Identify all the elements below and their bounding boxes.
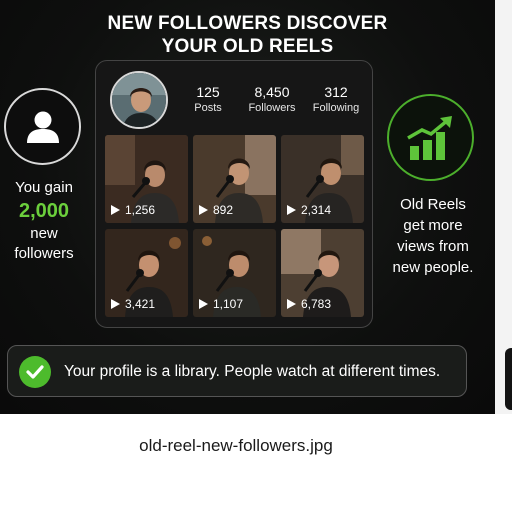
reel-tile[interactable]: 3,421 <box>105 229 188 317</box>
reel-tile[interactable]: 6,783 <box>281 229 364 317</box>
stat-following-label: Following <box>312 102 360 114</box>
banner-text: Your profile is a library. People watch … <box>64 363 441 380</box>
reel-views: 3,421 <box>125 297 156 311</box>
gain-line-2: new followers <box>14 225 74 262</box>
headline: NEW FOLLOWERS DISCOVER YOUR OLD REELS <box>60 12 435 58</box>
play-icon <box>287 299 296 309</box>
old-reels-text: Old Reels get more views from new people… <box>385 194 481 278</box>
reel-view-count: 2,314 <box>287 203 331 217</box>
headline-line-2: YOUR OLD REELS <box>161 36 334 57</box>
reel-views: 6,783 <box>301 297 332 311</box>
stat-posts-label: Posts <box>194 102 222 114</box>
reel-views: 1,107 <box>213 297 244 311</box>
profile-card: 125 Posts 8,450 Followers 312 Following … <box>95 60 373 328</box>
headline-line-1: NEW FOLLOWERS DISCOVER <box>107 13 388 34</box>
gain-text: You gain 2,000 new followers <box>0 178 88 264</box>
stat-followers-label: Followers <box>248 102 296 114</box>
stat-followers-value: 8,450 <box>254 84 290 100</box>
reel-tile[interactable]: 1,256 <box>105 135 188 223</box>
avatar[interactable] <box>110 71 168 129</box>
play-icon <box>111 299 120 309</box>
reel-view-count: 3,421 <box>111 297 155 311</box>
reels-line-2: get more <box>403 217 463 234</box>
stat-followers[interactable]: 8,450 Followers <box>242 83 302 116</box>
reel-view-count: 1,256 <box>111 203 155 217</box>
reel-tile[interactable]: 1,107 <box>193 229 276 317</box>
checkmark-icon <box>19 356 51 388</box>
reel-views: 892 <box>213 203 234 217</box>
reel-tile[interactable]: 2,314 <box>281 135 364 223</box>
reel-view-count: 6,783 <box>287 297 331 311</box>
gain-number: 2,000 <box>18 200 70 222</box>
user-icon <box>4 88 81 165</box>
reels-line-1: Old Reels <box>400 196 466 213</box>
reels-line-3: views from <box>397 238 469 255</box>
image-caption: old-reel-new-followers.jpg <box>139 436 333 455</box>
reel-views: 2,314 <box>301 203 332 217</box>
reel-views: 1,256 <box>125 203 156 217</box>
stat-posts[interactable]: 125 Posts <box>184 83 232 116</box>
stat-posts-value: 125 <box>196 84 220 100</box>
gain-line-1: You gain <box>15 179 73 196</box>
stat-following[interactable]: 312 Following <box>308 83 364 116</box>
growth-chart-icon <box>387 94 474 181</box>
edge-tab[interactable] <box>505 348 512 410</box>
reel-view-count: 892 <box>199 203 233 217</box>
play-icon <box>111 205 120 215</box>
reel-view-count: 1,107 <box>199 297 243 311</box>
reels-line-4: new people. <box>392 259 474 276</box>
play-icon <box>199 299 208 309</box>
reels-grid: 1,256 892 2,314 3,421 1,107 6,783 <box>105 135 365 317</box>
reel-tile[interactable]: 892 <box>193 135 276 223</box>
infographic-frame: NEW FOLLOWERS DISCOVER YOUR OLD REELS Yo… <box>0 0 495 414</box>
play-icon <box>199 205 208 215</box>
tip-banner: Your profile is a library. People watch … <box>7 345 467 397</box>
play-icon <box>287 205 296 215</box>
stat-following-value: 312 <box>324 84 348 100</box>
